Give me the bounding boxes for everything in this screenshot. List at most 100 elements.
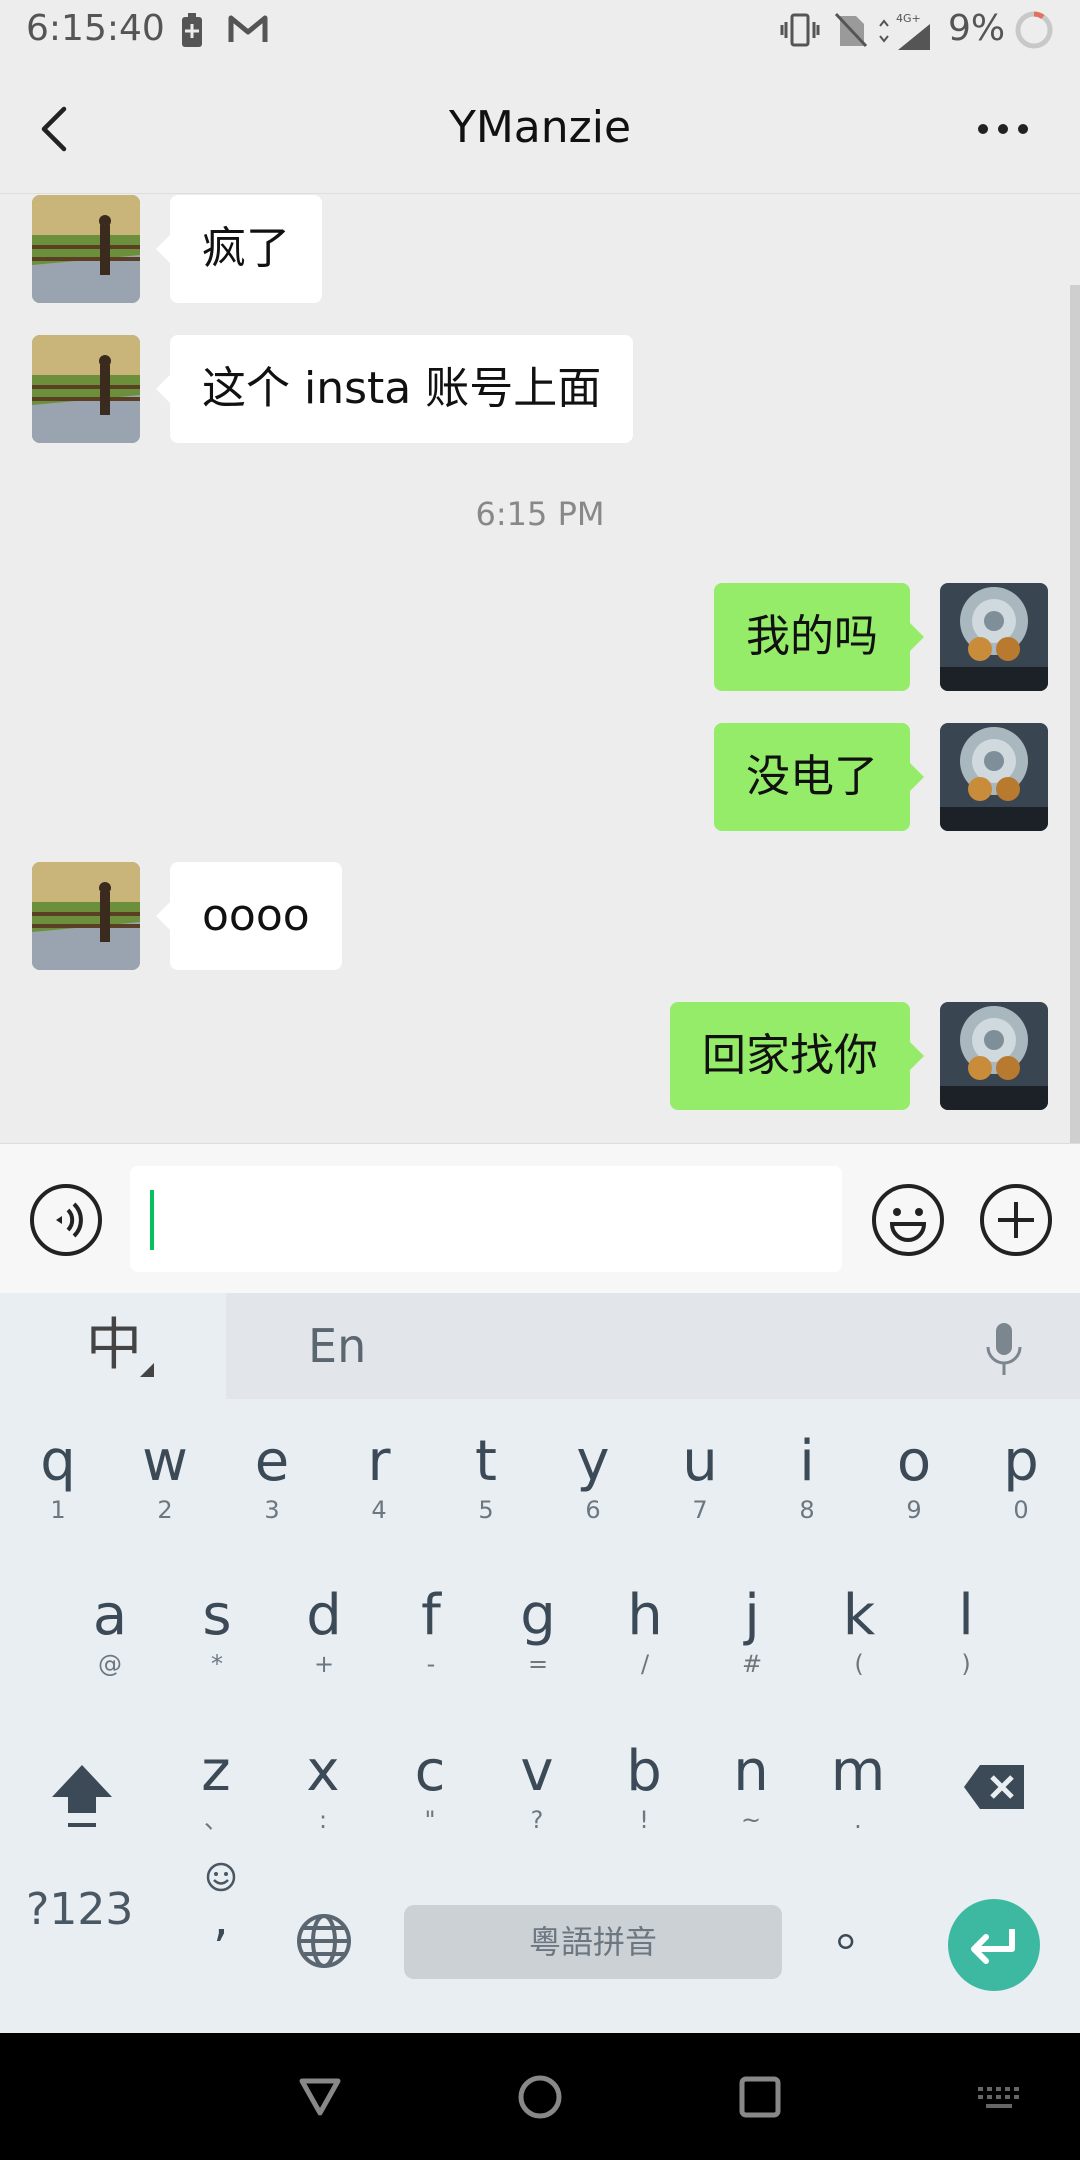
input-bar bbox=[0, 1143, 1080, 1293]
key-a[interactable]: a @ bbox=[60, 1583, 160, 1713]
more-button[interactable] bbox=[968, 104, 1038, 154]
key-secondary: 6 bbox=[585, 1496, 601, 1524]
battery-saver-icon bbox=[180, 12, 204, 52]
key-letter: z bbox=[201, 1739, 231, 1804]
key-g[interactable]: g = bbox=[488, 1583, 588, 1713]
nav-back-button[interactable] bbox=[296, 2073, 344, 2125]
message-bubble-incoming[interactable]: 这个 insta 账号上面 bbox=[155, 335, 634, 443]
backspace-icon bbox=[964, 1765, 1024, 1809]
key-letter: f bbox=[421, 1583, 441, 1648]
key-o[interactable]: o9 bbox=[864, 1429, 964, 1559]
more-dots-icon bbox=[978, 124, 1028, 134]
key-secondary: ~ bbox=[740, 1806, 762, 1834]
key-secondary: 2 bbox=[157, 1496, 173, 1524]
key-c[interactable]: c " bbox=[380, 1739, 480, 1869]
contact-avatar[interactable] bbox=[32, 195, 140, 303]
globe-key[interactable] bbox=[296, 1913, 352, 1973]
comma-key[interactable]: , bbox=[196, 1860, 246, 1943]
nav-home-button[interactable] bbox=[516, 2073, 564, 2125]
my-avatar[interactable] bbox=[940, 723, 1048, 831]
space-key[interactable]: 粵語拼音 bbox=[404, 1905, 782, 1979]
key-z[interactable]: z、 bbox=[166, 1739, 266, 1869]
key-u[interactable]: u7 bbox=[650, 1429, 750, 1559]
message-bubble-outgoing[interactable]: 我的吗 bbox=[714, 583, 924, 691]
system-nav-bar bbox=[0, 2033, 1080, 2160]
key-r[interactable]: r4 bbox=[329, 1429, 429, 1559]
key-l[interactable]: l) bbox=[916, 1583, 1016, 1713]
key-n[interactable]: n ~ bbox=[701, 1739, 801, 1869]
chinese-mode-key[interactable]: 中 bbox=[0, 1293, 226, 1399]
key-i[interactable]: i8 bbox=[757, 1429, 857, 1559]
key-y[interactable]: y6 bbox=[543, 1429, 643, 1559]
chat-title: YManzie bbox=[448, 102, 632, 153]
key-letter: g bbox=[520, 1583, 556, 1648]
key-letter: i bbox=[799, 1429, 815, 1494]
add-button[interactable] bbox=[978, 1182, 1054, 1258]
key-v[interactable]: v? bbox=[487, 1739, 587, 1869]
key-k[interactable]: k( bbox=[809, 1583, 909, 1713]
key-secondary: * bbox=[211, 1650, 223, 1678]
battery-percent: 9% bbox=[948, 8, 1006, 49]
contact-avatar[interactable] bbox=[32, 335, 140, 443]
chinese-mode-label: 中 bbox=[86, 1313, 142, 1378]
backspace-key[interactable] bbox=[962, 1763, 1026, 1815]
key-letter: d bbox=[306, 1583, 342, 1648]
key-secondary: - bbox=[426, 1650, 436, 1678]
message-bubble-incoming[interactable]: 疯了 bbox=[156, 195, 322, 303]
key-j[interactable]: j # bbox=[702, 1583, 802, 1713]
key-secondary: ) bbox=[961, 1650, 971, 1678]
nav-recents-button[interactable] bbox=[736, 2073, 784, 2125]
chat-messages[interactable]: 疯了 这个 insta 账号上面 6:15 PM 我的吗 没电了 oooo 回家… bbox=[0, 195, 1080, 1143]
english-mode-key[interactable]: En bbox=[308, 1293, 366, 1399]
key-letter: l bbox=[958, 1583, 974, 1648]
message-bubble-incoming[interactable]: oooo bbox=[156, 862, 342, 970]
key-secondary: 8 bbox=[799, 1496, 815, 1524]
chat-scrollbar[interactable] bbox=[1070, 285, 1080, 1143]
corner-triangle-icon bbox=[140, 1363, 154, 1377]
key-letter: s bbox=[202, 1583, 232, 1648]
key-e[interactable]: e3 bbox=[222, 1429, 322, 1559]
circle-home-icon bbox=[518, 2075, 562, 2119]
message-input[interactable] bbox=[130, 1166, 842, 1272]
key-s[interactable]: s * bbox=[167, 1583, 267, 1713]
key-letter: t bbox=[475, 1429, 497, 1494]
key-t[interactable]: t5 bbox=[436, 1429, 536, 1559]
emoji-icon bbox=[872, 1184, 944, 1256]
symbols-key[interactable]: ?123 bbox=[26, 1884, 133, 1935]
my-avatar[interactable] bbox=[940, 1002, 1048, 1110]
key-secondary: ( bbox=[854, 1650, 864, 1678]
keyboard-switch-button[interactable] bbox=[976, 2083, 1022, 2117]
key-letter: x bbox=[306, 1739, 340, 1804]
key-q[interactable]: q1 bbox=[8, 1429, 108, 1559]
key-secondary: 3 bbox=[264, 1496, 280, 1524]
key-f[interactable]: f- bbox=[381, 1583, 481, 1713]
battery-ring-icon bbox=[1014, 10, 1054, 54]
plus-icon bbox=[980, 1184, 1052, 1256]
message-bubble-outgoing[interactable]: 回家找你 bbox=[670, 1002, 924, 1110]
text-caret bbox=[150, 1190, 154, 1250]
triangle-back-icon bbox=[299, 2078, 341, 2116]
vibrate-icon bbox=[780, 12, 820, 52]
shift-key[interactable] bbox=[50, 1761, 114, 1835]
key-b[interactable]: b! bbox=[594, 1739, 694, 1869]
enter-key[interactable] bbox=[948, 1899, 1040, 1991]
key-p[interactable]: p0 bbox=[971, 1429, 1071, 1559]
my-avatar[interactable] bbox=[940, 583, 1048, 691]
key-letter: o bbox=[896, 1429, 932, 1494]
signal-icon: 4G+ bbox=[876, 12, 932, 56]
period-key[interactable]: 。 bbox=[836, 1889, 886, 1961]
key-secondary: . bbox=[854, 1806, 862, 1834]
mic-button[interactable] bbox=[982, 1321, 1026, 1377]
contact-avatar[interactable] bbox=[32, 862, 140, 970]
status-bar: 6:15:40 4G+ 9% bbox=[0, 0, 1080, 64]
emoji-button[interactable] bbox=[870, 1182, 946, 1258]
key-secondary: 9 bbox=[906, 1496, 922, 1524]
key-h[interactable]: h / bbox=[595, 1583, 695, 1713]
message-bubble-outgoing[interactable]: 没电了 bbox=[714, 723, 924, 831]
voice-button[interactable] bbox=[28, 1182, 104, 1258]
key-x[interactable]: x: bbox=[273, 1739, 373, 1869]
key-m[interactable]: m. bbox=[808, 1739, 908, 1869]
key-secondary: = bbox=[527, 1650, 549, 1678]
key-w[interactable]: w2 bbox=[115, 1429, 215, 1559]
key-d[interactable]: d + bbox=[274, 1583, 374, 1713]
